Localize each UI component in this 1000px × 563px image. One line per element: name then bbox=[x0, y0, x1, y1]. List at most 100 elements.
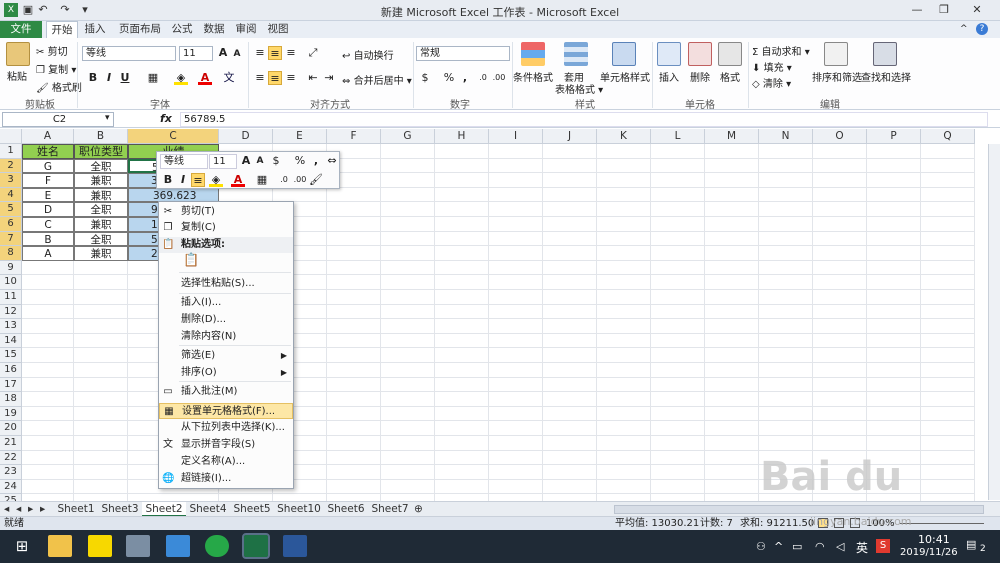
font-size-box[interactable]: 11 bbox=[179, 46, 213, 61]
cell[interactable] bbox=[921, 260, 975, 276]
cell[interactable] bbox=[651, 158, 705, 174]
row-header-1[interactable]: 1 bbox=[0, 144, 22, 159]
align-middle-icon[interactable]: ≡ bbox=[268, 46, 282, 60]
cell[interactable] bbox=[705, 275, 759, 290]
column-header-J[interactable]: J bbox=[543, 129, 597, 144]
wifi-icon[interactable]: ◠ bbox=[815, 540, 825, 553]
align-center-icon[interactable]: ≡ bbox=[268, 71, 282, 85]
insert-function-button[interactable]: fx bbox=[160, 112, 172, 125]
conditional-format-button[interactable]: 条件格式 bbox=[513, 69, 553, 84]
cell[interactable] bbox=[435, 348, 489, 363]
cell[interactable] bbox=[921, 304, 975, 320]
cell[interactable] bbox=[813, 392, 867, 407]
align-left-icon[interactable]: ≡ bbox=[253, 71, 267, 85]
cell[interactable] bbox=[759, 377, 813, 393]
table-cell[interactable]: D bbox=[22, 202, 74, 217]
cell[interactable] bbox=[921, 231, 975, 247]
cell[interactable] bbox=[705, 392, 759, 407]
cell[interactable] bbox=[813, 333, 867, 349]
cell[interactable] bbox=[543, 348, 597, 363]
menu-item-7[interactable]: 清除内容(N) bbox=[159, 329, 293, 345]
cell[interactable] bbox=[74, 465, 128, 480]
cell[interactable] bbox=[759, 290, 813, 305]
cell[interactable] bbox=[759, 173, 813, 188]
phonetic-icon[interactable]: 文 bbox=[222, 71, 236, 85]
row-header-19[interactable]: 19 bbox=[0, 406, 22, 422]
cell[interactable] bbox=[381, 275, 435, 290]
cell[interactable] bbox=[867, 217, 921, 232]
cell[interactable] bbox=[327, 319, 381, 334]
cell[interactable] bbox=[489, 377, 543, 393]
cell[interactable] bbox=[597, 406, 651, 422]
sheet-tab-Sheet5[interactable]: Sheet5 bbox=[230, 502, 274, 517]
cell[interactable] bbox=[435, 187, 489, 203]
cell[interactable] bbox=[867, 260, 921, 276]
cell[interactable] bbox=[489, 260, 543, 276]
mini-borders-icon[interactable]: ▦ bbox=[255, 173, 269, 187]
comma-button[interactable]: , bbox=[458, 71, 472, 85]
cell[interactable] bbox=[921, 202, 975, 217]
cell[interactable] bbox=[759, 392, 813, 407]
cell[interactable] bbox=[867, 406, 921, 422]
cell[interactable] bbox=[327, 187, 381, 203]
cell[interactable] bbox=[489, 406, 543, 422]
notification-icon[interactable]: ▤ bbox=[966, 538, 976, 551]
decrease-indent-icon[interactable]: ⇤ bbox=[306, 71, 320, 85]
cell[interactable] bbox=[813, 231, 867, 247]
cell[interactable] bbox=[543, 377, 597, 393]
cell[interactable] bbox=[651, 173, 705, 188]
row-header-7[interactable]: 7 bbox=[0, 231, 22, 247]
decrease-decimal-icon[interactable]: .00 bbox=[492, 71, 506, 85]
cell[interactable] bbox=[327, 392, 381, 407]
cell[interactable] bbox=[74, 392, 128, 407]
cell[interactable] bbox=[759, 246, 813, 261]
column-header-C[interactable]: C bbox=[128, 129, 219, 144]
cell[interactable] bbox=[705, 260, 759, 276]
people-icon[interactable]: ⚇ bbox=[756, 540, 766, 553]
cell[interactable] bbox=[759, 187, 813, 203]
column-header-K[interactable]: K bbox=[597, 129, 651, 144]
tab-home[interactable]: 开始 bbox=[46, 21, 78, 39]
volume-icon[interactable]: ◁ bbox=[836, 540, 844, 553]
cell[interactable] bbox=[651, 421, 705, 436]
menu-item-11[interactable]: ▦ 设置单元格格式(F)... bbox=[159, 403, 293, 419]
cell[interactable] bbox=[867, 202, 921, 217]
mini-bold-button[interactable]: B bbox=[161, 173, 175, 187]
cell[interactable] bbox=[705, 406, 759, 422]
cell[interactable] bbox=[327, 479, 381, 495]
cell[interactable] bbox=[74, 421, 128, 436]
cell[interactable] bbox=[435, 465, 489, 480]
row-header-13[interactable]: 13 bbox=[0, 319, 22, 334]
menu-item-6[interactable]: 删除(D)... bbox=[159, 312, 293, 328]
column-header-O[interactable]: O bbox=[813, 129, 867, 144]
row-header-15[interactable]: 15 bbox=[0, 348, 22, 363]
cell[interactable] bbox=[22, 479, 74, 495]
cell[interactable] bbox=[813, 217, 867, 232]
cell[interactable] bbox=[543, 231, 597, 247]
cell[interactable] bbox=[813, 144, 867, 159]
excel-taskbar-icon[interactable] bbox=[242, 533, 270, 559]
cell[interactable] bbox=[22, 290, 74, 305]
browser-icon[interactable] bbox=[205, 535, 229, 557]
cell[interactable] bbox=[651, 304, 705, 320]
cell[interactable] bbox=[74, 348, 128, 363]
row-header-17[interactable]: 17 bbox=[0, 377, 22, 393]
cell[interactable] bbox=[759, 260, 813, 276]
cell[interactable] bbox=[435, 246, 489, 261]
table-cell[interactable]: C bbox=[22, 217, 74, 232]
cell[interactable] bbox=[651, 450, 705, 466]
fill-button[interactable]: ⬇ 填充 ▾ bbox=[752, 59, 792, 74]
cell[interactable] bbox=[327, 363, 381, 378]
cell[interactable] bbox=[705, 377, 759, 393]
cell-styles-button[interactable]: 单元格样式 bbox=[600, 69, 650, 84]
cell[interactable] bbox=[22, 377, 74, 393]
clear-button[interactable]: ◇ 清除 ▾ bbox=[752, 75, 791, 90]
cell[interactable] bbox=[651, 217, 705, 232]
menu-item-14[interactable]: 定义名称(A)... bbox=[159, 454, 293, 470]
cell[interactable] bbox=[867, 246, 921, 261]
cell[interactable] bbox=[22, 465, 74, 480]
cell[interactable] bbox=[489, 363, 543, 378]
cell[interactable] bbox=[705, 421, 759, 436]
cell[interactable] bbox=[22, 319, 74, 334]
mini-percent-button[interactable]: % bbox=[293, 154, 307, 168]
